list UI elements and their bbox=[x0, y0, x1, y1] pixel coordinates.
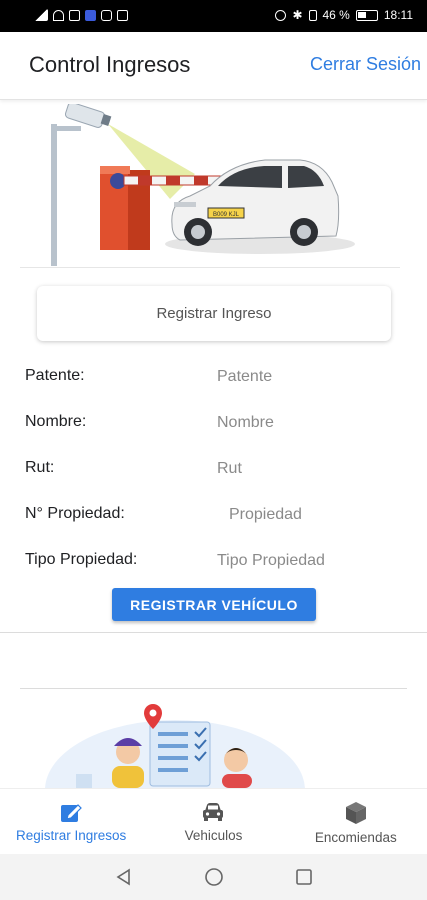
section-divider bbox=[20, 688, 407, 689]
form-row-nombre: Nombre: bbox=[25, 409, 405, 437]
propiedad-label: N° Propiedad: bbox=[25, 505, 125, 522]
wifi-icon bbox=[53, 9, 64, 21]
back-triangle-icon bbox=[116, 868, 130, 886]
shield-icon bbox=[85, 9, 96, 21]
status-icons-right: ✱ 46 % 18:11 bbox=[275, 8, 413, 22]
notification-icon bbox=[69, 9, 80, 21]
nav-item-encomiendas[interactable]: Encomiendas bbox=[285, 789, 427, 854]
nav-label-vehiculos: Vehiculos bbox=[184, 828, 243, 843]
status-bar: ✱ 46 % 18:11 bbox=[0, 0, 427, 32]
package-box-icon bbox=[345, 802, 366, 824]
hero-divider bbox=[20, 267, 400, 268]
form-row-rut: Rut: bbox=[25, 455, 405, 483]
recents-button[interactable] bbox=[294, 867, 314, 887]
car-icon bbox=[203, 803, 224, 821]
recents-square-icon bbox=[295, 869, 312, 885]
form-row-tipo-propiedad: Tipo Propiedad: bbox=[25, 547, 405, 575]
system-nav-bar bbox=[0, 854, 427, 900]
form-row-patente: Patente: bbox=[25, 363, 405, 391]
nav-label-registrar-ingresos: Registrar Ingresos bbox=[16, 828, 127, 843]
propiedad-input[interactable] bbox=[229, 501, 399, 529]
register-entry-card[interactable]: Registrar Ingreso bbox=[37, 286, 391, 341]
alarm-icon bbox=[275, 9, 287, 21]
signal-icon bbox=[34, 9, 48, 21]
nombre-input[interactable] bbox=[217, 409, 387, 437]
instagram-icon bbox=[101, 9, 112, 21]
delivery-illustration bbox=[45, 704, 305, 788]
section-divider bbox=[0, 632, 427, 633]
page-title: Control Ingresos bbox=[29, 52, 191, 77]
camera-arm bbox=[51, 126, 81, 131]
vibrate-icon bbox=[308, 9, 317, 21]
edit-square-icon bbox=[61, 804, 83, 822]
logout-link[interactable]: Cerrar Sesión bbox=[310, 54, 421, 75]
nav-item-registrar-ingresos[interactable]: Registrar Ingresos bbox=[0, 789, 142, 854]
tipo-propiedad-input[interactable] bbox=[217, 547, 387, 575]
rut-label: Rut: bbox=[25, 459, 55, 476]
app-icon bbox=[117, 9, 128, 21]
clock: 18:11 bbox=[383, 8, 413, 22]
status-icons-left bbox=[34, 9, 128, 21]
form-row-propiedad: N° Propiedad: bbox=[25, 501, 405, 529]
app-bar: Control Ingresos Cerrar Sesión bbox=[0, 32, 427, 100]
battery-percent: 46 % bbox=[322, 8, 350, 22]
tipo-propiedad-label: Tipo Propiedad: bbox=[25, 551, 138, 568]
nav-item-vehiculos[interactable]: Vehiculos bbox=[142, 789, 284, 854]
bluetooth-icon: ✱ bbox=[292, 8, 303, 22]
register-vehicle-button[interactable]: REGISTRAR VEHÍCULO bbox=[112, 588, 316, 621]
rut-input[interactable] bbox=[217, 455, 387, 483]
home-circle-icon bbox=[204, 868, 223, 886]
nombre-label: Nombre: bbox=[25, 413, 87, 430]
parking-barrier-car-illustration: B009 KJL bbox=[51, 104, 355, 266]
back-button[interactable] bbox=[114, 867, 134, 887]
license-plate: B009 KJL bbox=[213, 212, 240, 218]
battery-icon bbox=[355, 9, 378, 21]
checklist-icon bbox=[149, 721, 211, 787]
patente-input[interactable] bbox=[217, 363, 387, 391]
camera-pole bbox=[51, 124, 57, 266]
home-button[interactable] bbox=[204, 867, 224, 887]
security-camera-icon bbox=[64, 104, 112, 128]
nav-label-encomiendas: Encomiendas bbox=[314, 830, 397, 845]
patente-label: Patente: bbox=[25, 367, 85, 384]
bottom-nav: Registrar Ingresos Vehiculos Encomiendas bbox=[0, 788, 427, 854]
